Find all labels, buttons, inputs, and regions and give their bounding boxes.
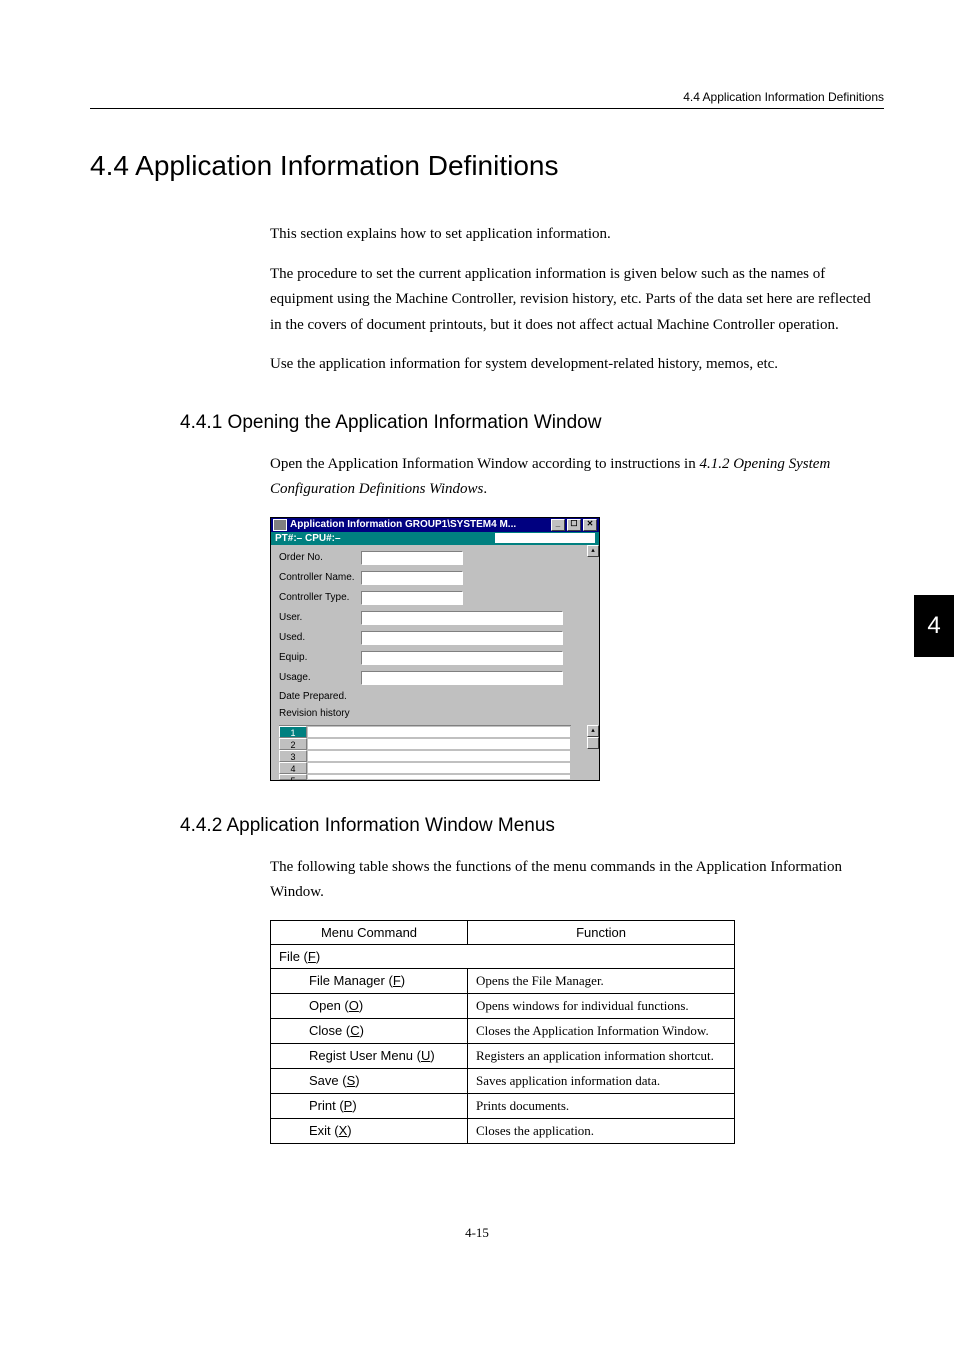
menu-func: Opens windows for individual functions.	[468, 993, 735, 1018]
rev-row-num[interactable]: 4	[279, 762, 307, 774]
indent-cell	[271, 993, 302, 1018]
rev-row-cell[interactable]	[307, 774, 571, 780]
label-order-no: Order No.	[279, 552, 361, 563]
rev-row-num[interactable]: 3	[279, 750, 307, 762]
sub442-paragraph: The following table shows the functions …	[270, 855, 884, 906]
label-date-prepared: Date Prepared.	[279, 691, 361, 702]
rev-scroll-thumb[interactable]	[587, 737, 599, 749]
rev-row-cell[interactable]	[307, 738, 571, 750]
close-button[interactable]: ✕	[583, 519, 597, 531]
input-used[interactable]	[361, 631, 563, 645]
window-title: Application Information GROUP1\SYSTEM4 M…	[290, 519, 549, 530]
scroll-up-button[interactable]: ▴	[587, 545, 599, 557]
header-rule	[90, 108, 884, 109]
app-info-window: Application Information GROUP1\SYSTEM4 M…	[270, 517, 600, 781]
menu-cmd: Print (P)	[301, 1093, 468, 1118]
menu-func: Opens the File Manager.	[468, 968, 735, 993]
indent-cell	[271, 1093, 302, 1118]
menu-func: Registers an application information sho…	[468, 1043, 735, 1068]
menu-cmd: Close (C)	[301, 1018, 468, 1043]
sub441-paragraph: Open the Application Information Window …	[270, 452, 884, 503]
indent-cell	[271, 1068, 302, 1093]
subheader-field[interactable]	[495, 533, 595, 543]
menu-cmd: File Manager (F)	[301, 968, 468, 993]
table-header-function: Function	[468, 920, 735, 944]
window-titlebar[interactable]: Application Information GROUP1\SYSTEM4 M…	[271, 518, 599, 532]
menu-func: Saves application information data.	[468, 1068, 735, 1093]
indent-cell	[271, 968, 302, 993]
subsection-442-title: 4.4.2 Application Information Window Men…	[180, 815, 884, 837]
indent-cell	[271, 1018, 302, 1043]
rev-row-num[interactable]: 2	[279, 738, 307, 750]
revision-grid: 1 2 3 4 5	[279, 725, 571, 780]
label-used: Used.	[279, 632, 361, 643]
input-usage[interactable]	[361, 671, 563, 685]
menu-func: Closes the application.	[468, 1118, 735, 1143]
page-number: 4-15	[0, 1225, 954, 1241]
subsection-441-title: 4.4.1 Opening the Application Informatio…	[180, 412, 884, 434]
label-equip: Equip.	[279, 652, 361, 663]
section-title: 4.4 Application Information Definitions	[90, 150, 884, 182]
file-label-underline: F	[308, 949, 316, 964]
running-head: 4.4 Application Information Definitions	[683, 90, 884, 104]
input-order-no[interactable]	[361, 551, 463, 565]
menu-cmd: Exit (X)	[301, 1118, 468, 1143]
rev-row-cell[interactable]	[307, 726, 571, 738]
menu-cmd: Save (S)	[301, 1068, 468, 1093]
minimize-button[interactable]: _	[551, 519, 565, 531]
intro-paragraph-1: This section explains how to set applica…	[270, 222, 884, 248]
rev-scroll-up[interactable]: ▴	[587, 725, 599, 737]
maximize-button[interactable]: ☐	[567, 519, 581, 531]
window-subheader: PT#:– CPU#:–	[271, 532, 599, 545]
menu-func: Prints documents.	[468, 1093, 735, 1118]
window-icon	[273, 519, 287, 531]
label-controller-name: Controller Name.	[279, 572, 361, 583]
menu-cmd: Regist User Menu (U)	[301, 1043, 468, 1068]
label-controller-type: Controller Type.	[279, 592, 361, 603]
intro-paragraph-2: The procedure to set the current applica…	[270, 262, 884, 339]
vertical-scrollbar[interactable]: ▴	[587, 545, 599, 557]
label-revision-history: Revision history	[279, 708, 350, 719]
menu-cmd: Open (O)	[301, 993, 468, 1018]
chapter-side-tab: 4	[914, 595, 954, 657]
rev-row-num[interactable]: 1	[279, 726, 307, 738]
revision-scrollbar[interactable]: ▴	[587, 725, 599, 749]
file-label-post: )	[316, 949, 320, 964]
input-controller-name[interactable]	[361, 571, 463, 585]
input-user[interactable]	[361, 611, 563, 625]
menu-command-table: Menu Command Function File (F) File Mana…	[270, 920, 735, 1144]
sub441-tail: .	[483, 481, 487, 497]
file-label-pre: File (	[279, 949, 308, 964]
input-controller-type[interactable]	[361, 591, 463, 605]
window-body: ▴ Order No. Controller Name. Controller …	[271, 545, 599, 780]
input-equip[interactable]	[361, 651, 563, 665]
table-header-command: Menu Command	[271, 920, 468, 944]
label-user: User.	[279, 612, 361, 623]
intro-paragraph-3: Use the application information for syst…	[270, 352, 884, 378]
subheader-text: PT#:– CPU#:–	[275, 533, 495, 544]
menu-func: Closes the Application Information Windo…	[468, 1018, 735, 1043]
table-file-row: File (F)	[271, 944, 735, 968]
rev-row-cell[interactable]	[307, 762, 571, 774]
sub441-lead: Open the Application Information Window …	[270, 456, 699, 472]
label-usage: Usage.	[279, 672, 361, 683]
indent-cell	[271, 1043, 302, 1068]
rev-row-num[interactable]: 5	[279, 774, 307, 780]
rev-row-cell[interactable]	[307, 750, 571, 762]
indent-cell	[271, 1118, 302, 1143]
